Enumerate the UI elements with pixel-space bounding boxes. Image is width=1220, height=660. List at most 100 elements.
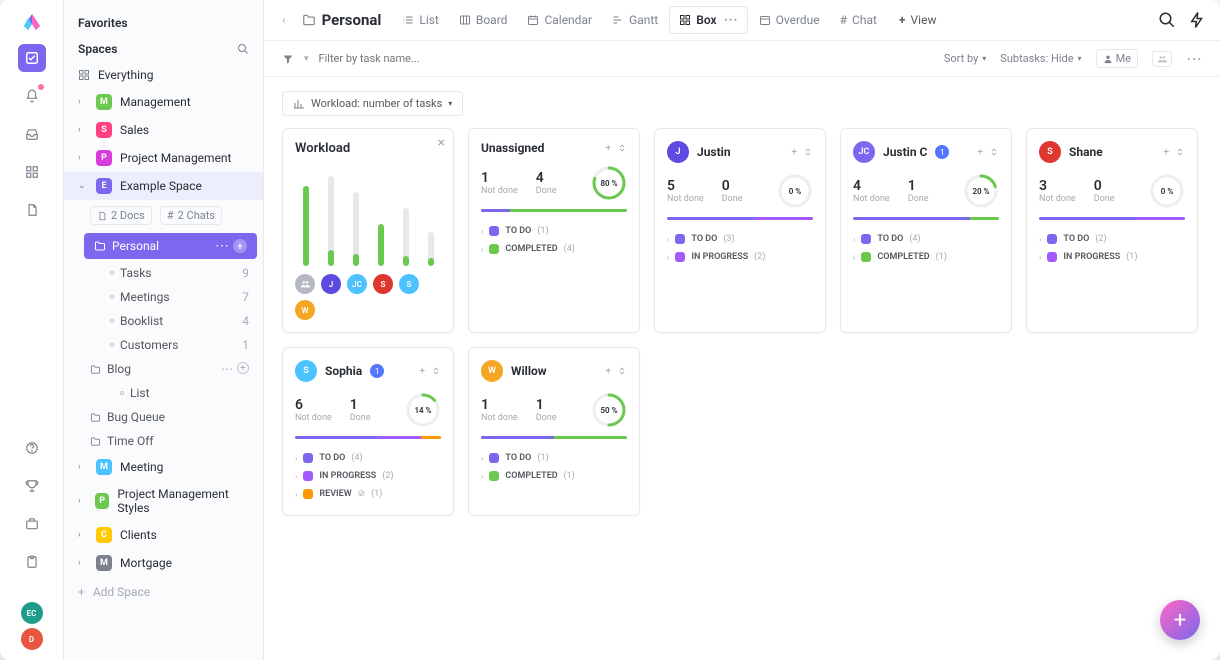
expand-icon[interactable] <box>617 366 627 377</box>
breadcrumb-title[interactable]: Personal <box>294 7 390 33</box>
status-row[interactable]: ›COMPLETED(1) <box>481 467 627 485</box>
workload-toggle[interactable]: Workload: number of tasks ▾ <box>282 91 463 116</box>
chats-chip[interactable]: # 2 Chats <box>160 206 222 225</box>
view-tab-board[interactable]: Board <box>450 8 517 32</box>
status-row[interactable]: ›TO DO(1) <box>481 449 627 467</box>
sidebar-list-item[interactable]: List <box>64 381 263 405</box>
avatar[interactable]: S <box>295 360 317 382</box>
sort-by[interactable]: Sort by ▾ <box>944 52 986 65</box>
sidebar-list-item[interactable]: Customers1 <box>64 333 263 357</box>
sidebar-space[interactable]: ›MManagement <box>64 88 263 116</box>
sidebar-everything[interactable]: Everything <box>64 62 263 88</box>
add-task-icon[interactable]: + <box>791 147 797 158</box>
sidebar-space[interactable]: ›MMeeting <box>64 453 263 481</box>
avatar[interactable]: S <box>399 274 419 294</box>
avatar[interactable]: JC <box>853 141 875 163</box>
add-view[interactable]: +View <box>890 8 946 32</box>
status-row[interactable]: ›TO DO(4) <box>853 230 999 248</box>
view-tab-gantt[interactable]: Gantt <box>603 8 667 32</box>
sidebar-space[interactable]: ›MMortgage <box>64 549 263 577</box>
status-row[interactable]: ›IN PROGRESS(2) <box>295 467 441 485</box>
rail-goals[interactable] <box>18 472 46 500</box>
avatar[interactable]: S <box>1039 141 1061 163</box>
view-tab-box[interactable]: Box⋯ <box>669 6 747 34</box>
avatar[interactable]: W <box>295 300 315 320</box>
rail-apps[interactable] <box>18 510 46 538</box>
expand-icon[interactable] <box>431 366 441 377</box>
rail-clips[interactable] <box>18 548 46 576</box>
filter-icon[interactable] <box>282 53 294 65</box>
docs-chip[interactable]: 2 Docs <box>90 206 152 225</box>
add-space[interactable]: + Add Space <box>64 577 263 607</box>
add-task-icon[interactable]: + <box>977 147 983 158</box>
assignee-filter[interactable] <box>1152 51 1172 67</box>
expand-icon[interactable] <box>989 147 999 158</box>
view-tab-calendar[interactable]: Calendar <box>518 8 601 32</box>
expand-icon[interactable] <box>1175 147 1185 158</box>
rail-dashboards[interactable] <box>18 158 46 186</box>
plus-icon[interactable]: + <box>237 362 249 374</box>
search-icon[interactable] <box>237 43 249 55</box>
sidebar-folder[interactable]: Time Off <box>64 429 263 453</box>
collapse-sidebar-icon[interactable]: ‹ <box>278 9 290 31</box>
search-icon[interactable] <box>1158 11 1176 29</box>
more-icon[interactable]: ⋯ <box>215 239 229 253</box>
chevron-down-icon[interactable]: ▾ <box>304 54 309 64</box>
add-list-icon[interactable]: + <box>233 239 247 253</box>
create-fab[interactable]: + <box>1160 600 1200 640</box>
rail-notifications[interactable] <box>18 82 46 110</box>
add-task-icon[interactable]: + <box>1163 147 1169 158</box>
sidebar-space[interactable]: ›PProject Management <box>64 144 263 172</box>
sidebar-folder[interactable]: Bug Queue <box>64 405 263 429</box>
avatar[interactable]: J <box>321 274 341 294</box>
rail-avatar-1[interactable]: EC <box>21 602 43 624</box>
status-row[interactable]: ›IN PROGRESS(1) <box>1039 248 1185 266</box>
more-icon[interactable]: ⋯ <box>724 12 738 28</box>
filter-input[interactable] <box>319 52 499 65</box>
sidebar-active-list[interactable]: Personal ⋯+ <box>84 233 257 259</box>
status-row[interactable]: ›COMPLETED(1) <box>853 248 999 266</box>
favorites-header[interactable]: Favorites <box>64 10 263 36</box>
sidebar-list-item[interactable]: Tasks9 <box>64 261 263 285</box>
view-tab-list[interactable]: List <box>393 8 448 32</box>
sidebar-space[interactable]: ⌄EExample Space <box>64 172 263 200</box>
status-row[interactable]: ›TO DO(3) <box>667 230 813 248</box>
status-row[interactable]: ›TO DO(2) <box>1039 230 1185 248</box>
add-task-icon[interactable]: + <box>419 366 425 377</box>
view-tab-chat[interactable]: #Chat <box>831 8 886 32</box>
spaces-header[interactable]: Spaces <box>64 36 263 62</box>
expand-icon[interactable] <box>617 143 627 154</box>
subtasks-toggle[interactable]: Subtasks: Hide ▾ <box>1000 52 1081 65</box>
close-icon[interactable]: × <box>438 135 445 151</box>
sidebar-space[interactable]: ›PProject Management Styles <box>64 481 263 521</box>
status-row[interactable]: ›TO DO(1) <box>481 222 627 240</box>
avatar[interactable]: JC <box>347 274 367 294</box>
more-icon[interactable]: ⋯ <box>1186 49 1202 68</box>
view-tab-overdue[interactable]: Overdue <box>750 8 829 32</box>
rail-docs[interactable] <box>18 196 46 224</box>
bolt-icon[interactable] <box>1188 11 1206 29</box>
rail-home[interactable] <box>18 44 46 72</box>
rail-avatar-2[interactable]: D <box>21 628 43 650</box>
folder-icon <box>302 13 316 27</box>
sidebar-list-item[interactable]: Booklist4 <box>64 309 263 333</box>
add-task-icon[interactable]: + <box>605 366 611 377</box>
status-row[interactable]: ›COMPLETED(4) <box>481 240 627 258</box>
sidebar-space[interactable]: ›CClients <box>64 521 263 549</box>
more-icon[interactable]: ⋯ <box>221 362 233 376</box>
sidebar-list-item[interactable]: Meetings7 <box>64 285 263 309</box>
avatar[interactable]: S <box>373 274 393 294</box>
avatar[interactable]: W <box>481 360 503 382</box>
status-row[interactable]: ›TO DO(4) <box>295 449 441 467</box>
avatar[interactable]: J <box>667 141 689 163</box>
status-row[interactable]: ›IN PROGRESS(2) <box>667 248 813 266</box>
sidebar-space[interactable]: ›SSales <box>64 116 263 144</box>
me-filter[interactable]: Me <box>1096 49 1138 68</box>
status-row[interactable]: ›REVIEW⊘(1) <box>295 485 441 503</box>
add-task-icon[interactable]: + <box>605 143 611 154</box>
sidebar-folder[interactable]: Blog⋯+ <box>64 357 263 381</box>
expand-icon[interactable] <box>803 147 813 158</box>
rail-inbox[interactable] <box>18 120 46 148</box>
rail-help[interactable] <box>18 434 46 462</box>
avatar[interactable] <box>295 274 315 294</box>
